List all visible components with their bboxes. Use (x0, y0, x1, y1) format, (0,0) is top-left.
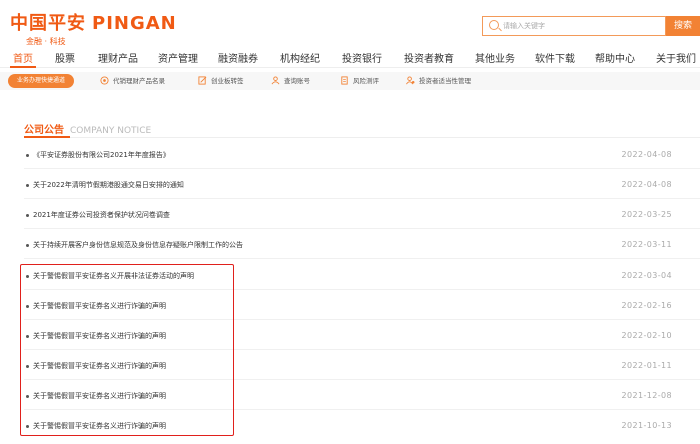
notice-row[interactable]: 关于持续开展客户身份信息规范及身份信息存疑账户限制工作的公告 2022-03-11 (24, 237, 700, 259)
notice-date: 2022-01-11 (621, 361, 672, 370)
notice-title[interactable]: 关于持续开展客户身份信息规范及身份信息存疑账户限制工作的公告 (33, 240, 243, 250)
search-box[interactable] (482, 16, 666, 36)
edit-icon (198, 75, 207, 85)
tool-risk-assessment[interactable]: 风险测评 (340, 75, 379, 87)
section-title: 公司公告 COMPANY NOTICE (24, 121, 151, 136)
tool-label: 代销理财产品名录 (113, 77, 165, 85)
user-manage-icon (406, 75, 415, 84)
notice-date: 2021-12-08 (621, 391, 672, 400)
notice-date: 2022-03-25 (621, 210, 672, 219)
bullet-icon (26, 214, 29, 217)
bullet-icon (26, 154, 29, 157)
highlight-annotation-box (20, 264, 234, 436)
notice-title[interactable]: 《平安证券股份有限公司2021年年度报告》 (33, 150, 170, 160)
bullet-icon (26, 184, 29, 187)
row-divider (24, 198, 700, 199)
notice-date: 2021-10-13 (621, 421, 672, 430)
tool-gem-sign[interactable]: 创业板转签 (198, 75, 244, 87)
section-divider (24, 137, 700, 138)
search-input[interactable] (503, 18, 633, 34)
nav-item[interactable]: 投资者教育 (404, 50, 454, 65)
nav-item[interactable]: 资产管理 (158, 50, 198, 65)
nav-item[interactable]: 投资银行 (342, 50, 382, 65)
tool-label: 查询账号 (284, 77, 310, 85)
user-search-icon (271, 75, 280, 84)
notice-date: 2022-04-08 (621, 180, 672, 189)
row-divider (24, 258, 700, 259)
logo-tagline: 金融 · 科技 (26, 37, 66, 46)
logo-en-text: PINGAN (92, 13, 177, 34)
tool-label: 创业板转签 (211, 77, 244, 85)
logo-cn-text: 中国平安 (10, 13, 86, 34)
nav-item[interactable]: 关于我们 (656, 50, 696, 65)
section-title-underline (24, 136, 70, 138)
notice-row[interactable]: 关于2022年清明节假期港股通交易日安排的通知 2022-04-08 (24, 177, 700, 199)
product-list-icon (100, 75, 109, 85)
row-divider (24, 168, 700, 169)
search-icon (489, 20, 499, 30)
section-title-cn: 公司公告 (24, 125, 64, 136)
pingan-logo[interactable]: 中国平安 PINGAN 金融 · 科技 (10, 9, 177, 47)
nav-divider (0, 67, 700, 68)
quick-toolbar: 业务办理快捷通道 代销理财产品名录 创业板转签 查询账号 风险测评 投资者适当性… (0, 72, 700, 90)
nav-item[interactable]: 理财产品 (98, 50, 138, 65)
section-title-en: COMPANY NOTICE (70, 126, 152, 136)
notice-date: 2022-03-04 (621, 271, 672, 280)
notice-date: 2022-04-08 (621, 150, 672, 159)
notice-date: 2022-03-11 (621, 240, 672, 249)
notice-date: 2022-02-16 (621, 301, 672, 310)
tool-query-account[interactable]: 查询账号 (271, 75, 310, 87)
nav-active-indicator (10, 66, 36, 68)
search-button[interactable]: 搜索 (666, 16, 700, 36)
document-icon (341, 75, 348, 85)
row-divider (24, 228, 700, 229)
tool-label: 风险测评 (353, 77, 379, 85)
nav-item[interactable]: 帮助中心 (595, 50, 635, 65)
main-nav: 首页 股票 理财产品 资产管理 融资融券 机构经纪 投资银行 投资者教育 其他业务 软件下载 帮助中… (0, 50, 700, 66)
notice-date: 2022-02-10 (621, 331, 672, 340)
nav-item[interactable]: 股票 (55, 50, 75, 65)
nav-item[interactable]: 软件下载 (535, 50, 575, 65)
notice-title[interactable]: 2021年度证券公司投资者保护状况问卷调查 (33, 210, 170, 220)
tool-suitability[interactable]: 投资者适当性管理 (406, 75, 471, 87)
tool-label: 投资者适当性管理 (419, 77, 471, 85)
quick-channel-pill[interactable]: 业务办理快捷通道 (8, 74, 74, 88)
tool-product-list[interactable]: 代销理财产品名录 (100, 75, 165, 87)
bullet-icon (26, 244, 29, 247)
nav-item[interactable]: 机构经纪 (280, 50, 320, 65)
notice-row[interactable]: 2021年度证券公司投资者保护状况问卷调查 2022-03-25 (24, 207, 700, 229)
notice-row[interactable]: 《平安证券股份有限公司2021年年度报告》 2022-04-08 (24, 147, 700, 169)
nav-item[interactable]: 融资融券 (218, 50, 258, 65)
nav-item[interactable]: 其他业务 (475, 50, 515, 65)
notice-title[interactable]: 关于2022年清明节假期港股通交易日安排的通知 (33, 180, 184, 190)
nav-item[interactable]: 首页 (13, 50, 33, 65)
